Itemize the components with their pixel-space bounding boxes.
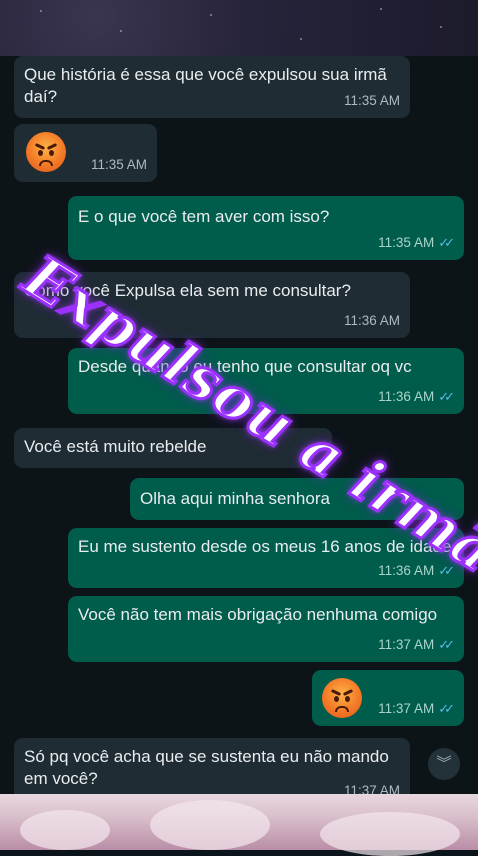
message-text: Você não tem mais obrigação nenhuma comi… bbox=[78, 605, 438, 624]
bottom-background bbox=[0, 794, 478, 856]
message-text: Olha aqui minha senhora bbox=[140, 489, 330, 508]
message-meta: 11:35 AM ✓✓ bbox=[378, 232, 455, 254]
message-outgoing[interactable]: Desde quando eu tenho que consultar oq v… bbox=[68, 348, 464, 414]
star-decoration bbox=[120, 30, 122, 32]
message-time: 11:36 AM bbox=[378, 563, 435, 578]
message-time: 11:36 AM bbox=[378, 389, 435, 404]
message-meta: 11:36 AM ✓✓ bbox=[378, 560, 455, 582]
star-decoration bbox=[440, 26, 442, 28]
message-text: Desde quando eu tenho que consultar oq v… bbox=[78, 357, 412, 376]
message-text: Você está muito rebelde bbox=[24, 437, 207, 456]
message-incoming[interactable]: Você está muito rebelde bbox=[14, 428, 332, 468]
message-outgoing[interactable]: Eu me sustento desde os meus 16 anos de … bbox=[68, 528, 464, 588]
message-incoming[interactable]: Como você Expulsa ela sem me consultar? … bbox=[14, 272, 410, 338]
star-decoration bbox=[300, 38, 302, 40]
star-decoration bbox=[40, 10, 42, 12]
scroll-down-button[interactable]: ︾ bbox=[428, 748, 460, 780]
read-ticks-icon: ✓✓ bbox=[438, 235, 455, 250]
message-time: 11:37 AM bbox=[343, 783, 400, 794]
read-ticks-icon: ✓✓ bbox=[438, 637, 455, 652]
message-outgoing[interactable]: Você não tem mais obrigação nenhuma comi… bbox=[68, 596, 464, 662]
message-meta: 11:35 AM bbox=[91, 154, 147, 176]
read-ticks-icon: ✓✓ bbox=[438, 563, 455, 578]
message-outgoing[interactable]: E o que você tem aver com isso? 11:35 AM… bbox=[68, 196, 464, 260]
angry-face-icon bbox=[26, 132, 66, 172]
message-meta: 11:37 AM ✓✓ bbox=[378, 698, 455, 720]
star-decoration bbox=[380, 8, 382, 10]
message-text: E o que você tem aver com isso? bbox=[78, 207, 330, 226]
double-chevron-down-icon: ︾ bbox=[436, 755, 452, 772]
message-outgoing[interactable]: 11:37 AM ✓✓ bbox=[312, 670, 464, 726]
message-incoming[interactable]: Só pq você acha que se sustenta eu não m… bbox=[14, 738, 410, 794]
cloud-decoration bbox=[150, 800, 270, 850]
angry-face-icon bbox=[322, 678, 362, 718]
chat-area[interactable]: Que história é essa que você expulsou su… bbox=[0, 56, 478, 794]
message-text: Eu me sustento desde os meus 16 anos de … bbox=[78, 537, 452, 556]
message-meta: 11:37 AM bbox=[344, 780, 400, 794]
message-meta: 11:37 AM ✓✓ bbox=[378, 634, 455, 656]
message-time: 11:35 AM bbox=[378, 235, 435, 250]
message-time: 11:35 AM bbox=[90, 157, 147, 172]
message-meta: 11:36 AM ✓✓ bbox=[378, 386, 455, 408]
message-incoming[interactable]: 11:35 AM bbox=[14, 124, 157, 182]
read-ticks-icon: ✓✓ bbox=[438, 389, 455, 404]
message-outgoing[interactable]: Olha aqui minha senhora bbox=[130, 478, 464, 520]
star-decoration bbox=[210, 14, 212, 16]
message-text: Como você Expulsa ela sem me consultar? bbox=[24, 281, 351, 300]
read-ticks-icon: ✓✓ bbox=[438, 701, 455, 716]
message-meta: 11:36 AM bbox=[344, 310, 400, 332]
message-time: 11:37 AM bbox=[378, 701, 435, 716]
cloud-decoration bbox=[320, 812, 460, 856]
message-time: 11:36 AM bbox=[343, 313, 400, 328]
message-time: 11:37 AM bbox=[378, 637, 435, 652]
message-time: 11:35 AM bbox=[343, 93, 400, 108]
message-meta: 11:35 AM bbox=[344, 90, 400, 112]
message-incoming[interactable]: Que história é essa que você expulsou su… bbox=[14, 56, 410, 118]
top-background bbox=[0, 0, 478, 56]
cloud-decoration bbox=[20, 810, 110, 850]
